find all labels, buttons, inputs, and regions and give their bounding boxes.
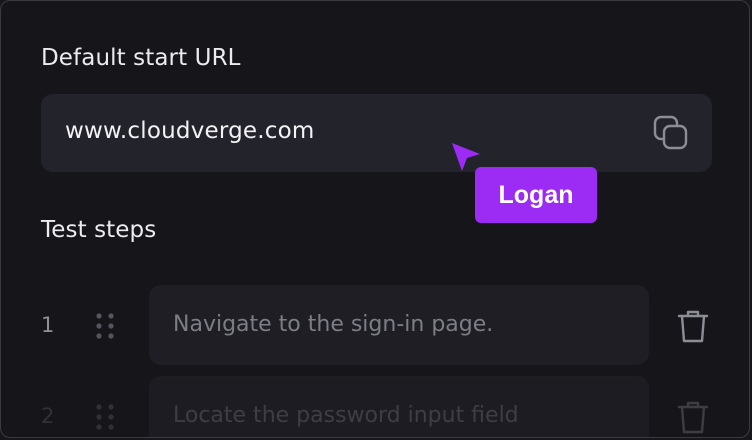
step-text-field[interactable]: Locate the password input field: [149, 376, 649, 437]
test-settings-panel: Default start URL www.cloudverge.com Log…: [0, 0, 750, 438]
delete-step-button[interactable]: [675, 307, 711, 345]
drag-handle-icon[interactable]: [93, 402, 117, 432]
drag-handle-icon[interactable]: [93, 311, 117, 341]
copy-icon: [653, 115, 688, 150]
start-url-label: Default start URL: [41, 45, 241, 71]
test-step-row: 1 Navigate to the sign-in page.: [1, 285, 749, 367]
test-step-row: 2 Locate the password input field: [1, 376, 749, 437]
step-text[interactable]: Locate the password input field: [173, 403, 519, 428]
start-url-field[interactable]: www.cloudverge.com: [41, 94, 712, 172]
trash-icon: [677, 310, 709, 343]
test-steps-label: Test steps: [41, 217, 157, 243]
step-number: 1: [41, 313, 55, 337]
delete-step-button[interactable]: [675, 398, 711, 436]
step-text-field[interactable]: Navigate to the sign-in page.: [149, 285, 649, 365]
step-number: 2: [41, 404, 55, 428]
start-url-value[interactable]: www.cloudverge.com: [65, 118, 315, 144]
copy-url-button[interactable]: [652, 114, 690, 152]
collaborator-name-tag: Logan: [475, 167, 597, 223]
step-text[interactable]: Navigate to the sign-in page.: [173, 312, 493, 337]
trash-icon: [677, 401, 709, 434]
